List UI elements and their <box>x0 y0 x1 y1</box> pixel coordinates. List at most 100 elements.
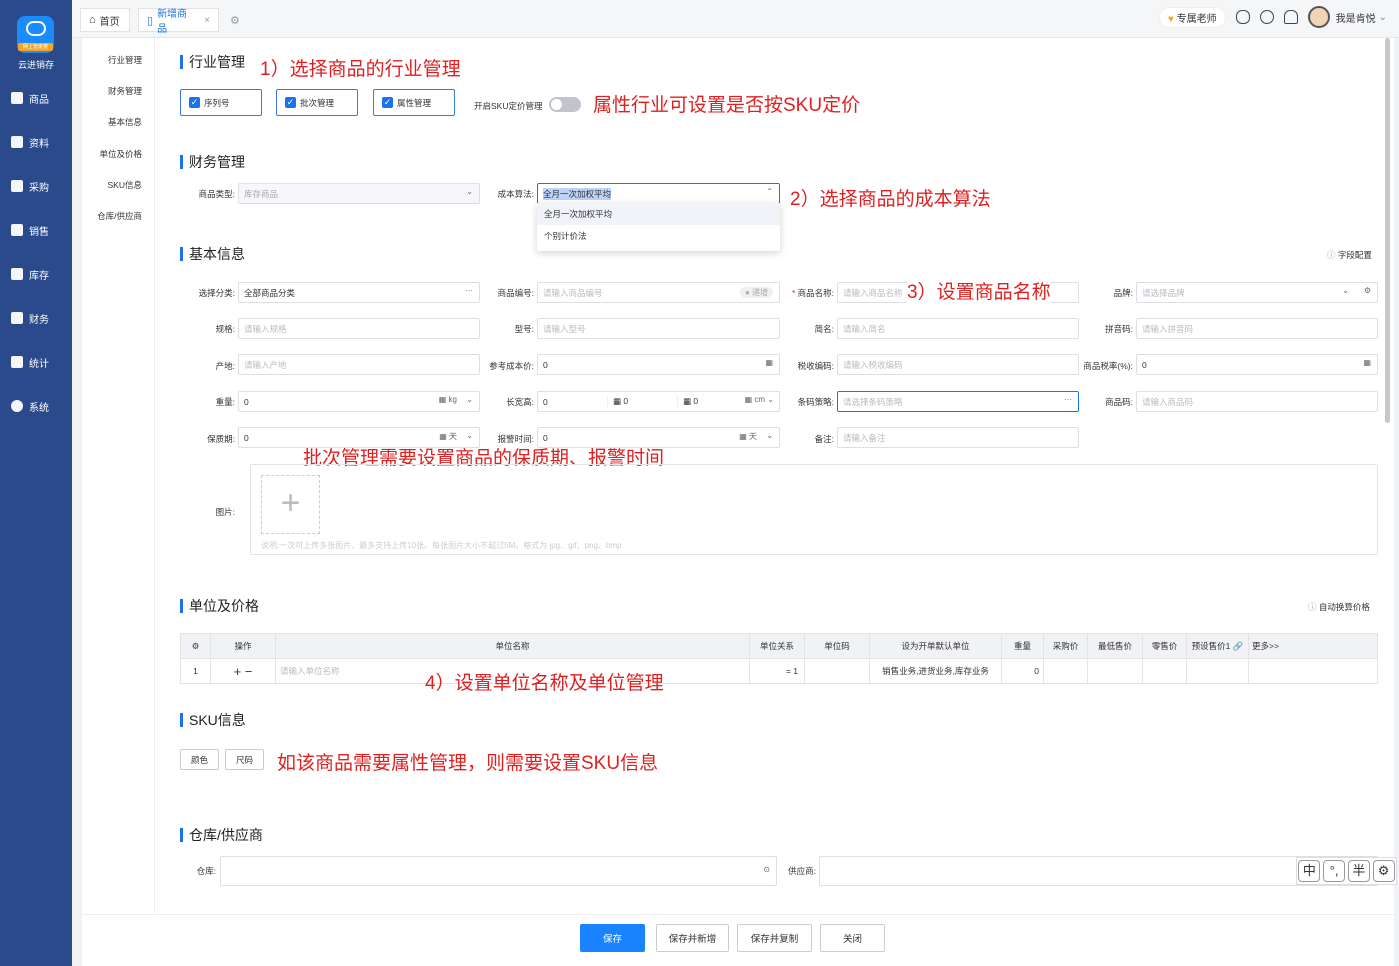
app-root: 网上管家婆 云进销存 商品 资料 采购 销售 库存 财务 统计 系统 ⌂ 首页 ▯… <box>0 0 1399 966</box>
search-icon[interactable] <box>1259 10 1274 24</box>
section-nav-warehouse[interactable]: 仓库/供应商 <box>82 210 152 222</box>
info-icon: ⓘ <box>1308 602 1319 612</box>
empty-cell <box>1248 658 1378 684</box>
field-config-button[interactable]: ⓘ 字段配置 <box>1327 249 1372 261</box>
calculator-icon[interactable]: ▦ 天 <box>439 431 457 442</box>
cloud-icon[interactable] <box>1235 10 1250 24</box>
close-button[interactable]: 关闭 <box>820 924 885 952</box>
weight-input[interactable]: 0 ▦ kg ⌄ <box>238 391 480 412</box>
preset-price-cell[interactable] <box>1186 658 1249 684</box>
section-nav-unit[interactable]: 单位及价格 <box>82 148 152 160</box>
weight-cell[interactable]: 0 <box>1001 658 1044 684</box>
sidebar-item-purchase[interactable]: 采购 <box>0 174 72 198</box>
gear-icon[interactable]: ⚙ <box>1364 286 1371 295</box>
pinyin-input[interactable]: 请输入拼音码 <box>1136 318 1378 339</box>
calculator-icon[interactable]: ▦ 天 <box>739 431 757 442</box>
brand-select[interactable]: 请选择品牌 ⌄ ⚙ <box>1136 282 1378 303</box>
sku-price-toggle[interactable] <box>549 97 581 112</box>
section-nav-industry[interactable]: 行业管理 <box>82 54 152 66</box>
save-button[interactable]: 保存 <box>580 924 645 952</box>
category-select[interactable]: 全部商品分类 ··· <box>238 282 480 303</box>
sku-size-button[interactable]: 尺码 <box>225 749 264 770</box>
section-nav-finance[interactable]: 财务管理 <box>82 85 152 97</box>
table-row: 1 + − 请输入单位名称 = 1 销售业务,进货业务,库存业务 0 <box>180 658 1378 684</box>
ime-chinese-button[interactable]: 中 <box>1298 860 1321 882</box>
model-input[interactable]: 请输入型号 <box>537 318 780 339</box>
tax-rate-input[interactable]: 0 ▦ <box>1136 354 1378 375</box>
sidebar-item-system[interactable]: 系统 <box>0 394 72 418</box>
sidebar-item-goods[interactable]: 商品 <box>0 86 72 110</box>
calculator-icon[interactable]: ▦ <box>765 358 773 367</box>
min-price-cell[interactable] <box>1087 658 1143 684</box>
dropdown-option[interactable]: 个别计价法 <box>537 225 780 247</box>
sku-color-button[interactable]: 颜色 <box>180 749 219 770</box>
save-new-button[interactable]: 保存并新增 <box>656 924 729 952</box>
code-placeholder: 请输入商品编号 <box>543 287 603 298</box>
sidebar-item-inventory[interactable]: 库存 <box>0 262 72 286</box>
sidebar-item-finance[interactable]: 财务 <box>0 306 72 330</box>
column-header[interactable]: 预设售价1 🔗 <box>1186 633 1249 659</box>
dropdown-option[interactable]: 全月一次加权平均 <box>537 203 780 225</box>
attribute-checkbox[interactable]: ✓ 属性管理 <box>373 89 455 116</box>
upload-plus-button[interactable]: + <box>261 475 320 534</box>
retail-price-cell[interactable] <box>1142 658 1187 684</box>
chevron-down-icon: ⌄ <box>466 431 473 440</box>
barcode-strategy-select[interactable]: 请选择条码策略 ··· <box>837 391 1079 412</box>
more-columns-link[interactable]: 更多>> <box>1248 633 1378 659</box>
warehouse-select[interactable]: ⊙ <box>220 856 777 886</box>
tab-settings-icon[interactable]: ⚙ <box>230 14 240 27</box>
spec-input[interactable]: 请输入规格 <box>238 318 480 339</box>
table-settings-icon[interactable]: ⚙ <box>180 633 211 659</box>
sidebar-item-data[interactable]: 资料 <box>0 130 72 154</box>
product-type-select[interactable]: 库存商品 ⌄ <box>238 183 480 204</box>
section-nav-basic[interactable]: 基本信息 <box>82 116 152 128</box>
cost-method-select[interactable]: 全月一次加权平均 ⌃ <box>537 183 780 204</box>
check-icon: ✓ <box>285 97 296 108</box>
product-code-input[interactable]: 请输入商品编号 ● 递增 <box>537 282 780 303</box>
tax-code-placeholder: 请输入税收编码 <box>843 359 903 370</box>
row-ops[interactable]: + − <box>210 658 276 684</box>
lwh-unit-select[interactable]: ▦ cm ⌄ <box>745 395 774 404</box>
ime-punct-button[interactable]: °, <box>1323 860 1346 882</box>
save-copy-button[interactable]: 保存并复制 <box>737 924 812 952</box>
auto-calc-toggle[interactable]: ⓘ 自动换算价格 <box>1308 601 1370 613</box>
model-label: 型号: <box>514 324 534 334</box>
supplier-select[interactable] <box>819 856 1378 886</box>
batch-checkbox[interactable]: ✓ 批次管理 <box>276 89 358 116</box>
prodcode-label: 商品码: <box>1105 397 1133 407</box>
calculator-icon: ▦ <box>613 396 624 406</box>
app-logo[interactable]: 网上管家婆 <box>17 16 54 53</box>
teacher-button[interactable]: ♥ 专属老师 <box>1158 6 1226 28</box>
ime-settings-icon[interactable]: ⚙ <box>1372 860 1395 882</box>
tab-home[interactable]: ⌂ 首页 <box>80 8 130 32</box>
length-input[interactable]: 0 <box>538 396 608 407</box>
unit-code-cell[interactable] <box>804 658 870 684</box>
sidebar-item-sales[interactable]: 销售 <box>0 218 72 242</box>
sku-price-label: 开启SKU定价管理 <box>474 101 543 111</box>
avatar[interactable] <box>1307 6 1330 28</box>
scrollbar[interactable] <box>1385 38 1391 914</box>
tab-new-product[interactable]: ▯ 新增商品 × <box>138 8 219 35</box>
calculator-icon[interactable]: ▦ kg <box>439 395 457 404</box>
height-input[interactable]: ▦ 0 <box>678 396 748 407</box>
product-code2-input[interactable]: 请输入商品码 <box>1136 391 1378 412</box>
default-unit-cell[interactable]: 销售业务,进货业务,库存业务 <box>869 658 1002 684</box>
tax-code-input[interactable]: 请输入税收编码 <box>837 354 1079 375</box>
sidebar-item-stats[interactable]: 统计 <box>0 350 72 374</box>
serial-checkbox[interactable]: ✓ 序列号 <box>180 89 262 116</box>
increment-tag[interactable]: ● 递增 <box>739 287 773 298</box>
chart-icon <box>11 224 23 236</box>
calculator-icon[interactable]: ▦ <box>1363 358 1371 367</box>
width-input[interactable]: ▦ 0 <box>608 396 678 407</box>
section-nav-sku[interactable]: SKU信息 <box>82 179 152 191</box>
ref-cost-input[interactable]: 0 ▦ <box>537 354 780 375</box>
origin-input[interactable]: 请输入产地 <box>238 354 480 375</box>
short-name-input[interactable]: 请输入简名 <box>837 318 1079 339</box>
preset-price-label: 预设售价1 <box>1191 641 1231 651</box>
close-icon[interactable]: × <box>204 15 210 26</box>
bell-icon[interactable] <box>1283 10 1298 24</box>
user-name[interactable]: 我是肯悦 <box>1336 10 1376 25</box>
remark-input[interactable]: 请输入备注 <box>837 427 1079 448</box>
purchase-price-cell[interactable] <box>1043 658 1088 684</box>
ime-halfwidth-button[interactable]: 半 <box>1347 860 1370 882</box>
